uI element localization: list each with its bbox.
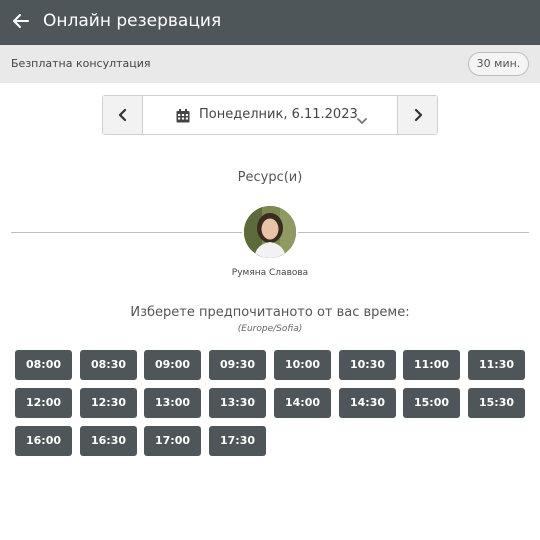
chevron-right-icon [413, 106, 423, 125]
time-slot-button[interactable]: 14:00 [274, 388, 331, 418]
calendar-icon [176, 108, 190, 123]
time-slot-button[interactable]: 12:30 [80, 388, 137, 418]
time-slot-button[interactable]: 16:00 [15, 426, 72, 456]
time-slot-button[interactable]: 17:30 [209, 426, 266, 456]
time-slot-button[interactable]: 11:00 [403, 350, 460, 380]
chevron-left-icon [118, 106, 128, 125]
date-select[interactable]: Понеделник, 6.11.2023 [144, 96, 398, 134]
time-slot-button[interactable]: 15:30 [468, 388, 525, 418]
time-prompt: Изберете предпочитаното от вас време: [130, 305, 410, 320]
date-navigator: Понеделник, 6.11.2023 [102, 95, 438, 135]
time-slot-button[interactable]: 11:30 [468, 350, 525, 380]
time-slot-button[interactable]: 10:30 [339, 350, 396, 380]
time-slot-button[interactable]: 10:00 [274, 350, 331, 380]
time-slot-button[interactable]: 15:00 [403, 388, 460, 418]
time-slot-button[interactable]: 13:00 [144, 388, 201, 418]
time-slot-button[interactable]: 12:00 [15, 388, 72, 418]
time-slot-button[interactable]: 16:30 [80, 426, 137, 456]
service-name: Безплатна консултация [11, 57, 151, 70]
time-slot-button[interactable]: 08:00 [15, 350, 72, 380]
time-slot-button[interactable]: 14:30 [339, 388, 396, 418]
time-slot-button[interactable]: 17:00 [144, 426, 201, 456]
resources-heading: Ресурс(и) [237, 170, 303, 185]
duration-badge: 30 мин. [468, 52, 529, 76]
header: Онлайн резервация [0, 0, 540, 45]
page-title: Онлайн резервация [43, 11, 222, 31]
selected-date: Понеделник, 6.11.2023 [199, 107, 358, 122]
next-day-button[interactable] [397, 96, 437, 134]
avatar[interactable] [242, 204, 298, 260]
previous-day-button[interactable] [103, 96, 143, 134]
time-slot-button[interactable]: 09:30 [209, 350, 266, 380]
timezone-label: (Europe/Sofia) [237, 324, 303, 334]
time-slot-button[interactable]: 13:30 [209, 388, 266, 418]
time-slot-button[interactable]: 08:30 [80, 350, 137, 380]
resource-name: Румяна Славова [231, 268, 309, 278]
arrow-left-icon[interactable] [12, 8, 36, 34]
time-slot-button[interactable]: 09:00 [144, 350, 201, 380]
chevron-down-icon [357, 110, 367, 124]
service-bar: Безплатна консултация [0, 45, 540, 83]
